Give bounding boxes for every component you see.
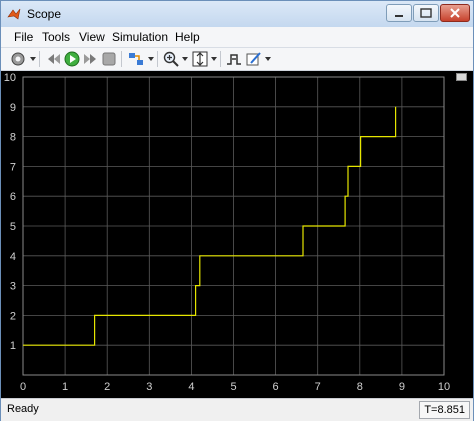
gear-icon[interactable] [9, 50, 27, 68]
x-tick-label: 2 [104, 381, 110, 393]
separator [220, 51, 221, 67]
title-bar: Scope [1, 1, 473, 27]
zoom-in-icon[interactable] [162, 50, 180, 68]
x-tick-label: 4 [188, 381, 194, 393]
y-tick-label: 5 [10, 221, 16, 233]
close-icon [450, 8, 460, 18]
undock-icon[interactable] [456, 73, 467, 81]
close-button[interactable] [440, 4, 470, 22]
x-tick-label: 8 [357, 381, 363, 393]
simulation-time: T=8.851 [419, 401, 470, 419]
y-tick-label: 10 [4, 72, 16, 84]
window-title: Scope [27, 7, 62, 21]
stop-icon[interactable] [100, 50, 118, 68]
matlab-icon [7, 8, 21, 20]
y-tick-label: 9 [10, 102, 16, 114]
menu-tools[interactable]: Tools [42, 30, 70, 44]
y-tick-label: 2 [10, 310, 16, 322]
y-tick-label: 8 [10, 132, 16, 144]
menu-view[interactable]: View [79, 30, 105, 44]
chevron-down-icon[interactable] [148, 57, 154, 61]
minimize-button[interactable] [386, 4, 412, 22]
triggers-icon[interactable] [225, 50, 243, 68]
chevron-down-icon[interactable] [30, 57, 36, 61]
highlight-icon[interactable] [127, 50, 145, 68]
separator [39, 51, 40, 67]
style-icon[interactable] [245, 50, 263, 68]
x-tick-label: 7 [315, 381, 321, 393]
y-tick-label: 6 [10, 191, 16, 203]
maximize-button[interactable] [413, 4, 439, 22]
menu-help[interactable]: Help [175, 30, 200, 44]
y-tick-label: 3 [10, 281, 16, 293]
separator [157, 51, 158, 67]
x-tick-label: 0 [20, 381, 26, 393]
minimize-icon [395, 15, 403, 17]
x-tick-label: 3 [146, 381, 152, 393]
scope-plot[interactable]: 0 1 2 3 4 5 6 7 8 9 10 1 2 3 4 5 6 7 8 9 10 [1, 71, 473, 398]
y-tick-label: 4 [10, 251, 16, 263]
x-tick-label: 5 [230, 381, 236, 393]
menu-simulation[interactable]: Simulation [112, 30, 168, 44]
x-tick-label: 1 [62, 381, 68, 393]
separator [121, 51, 122, 67]
chevron-down-icon[interactable] [265, 57, 271, 61]
x-tick-label: 9 [399, 381, 405, 393]
chevron-down-icon[interactable] [211, 57, 217, 61]
run-icon[interactable] [63, 50, 81, 68]
menu-bar: File Tools View Simulation Help [1, 27, 473, 48]
scope-display[interactable]: 0 1 2 3 4 5 6 7 8 9 10 1 2 3 4 5 6 7 8 9 10 [1, 71, 473, 398]
menu-file[interactable]: File [14, 30, 33, 44]
step-forward-icon[interactable] [81, 50, 99, 68]
scope-window: Scope File Tools View Simulation Help 0 … [0, 0, 474, 421]
step-back-icon[interactable] [45, 50, 63, 68]
y-tick-label: 1 [10, 340, 16, 352]
autoscale-icon[interactable] [191, 50, 209, 68]
toolbar [1, 48, 473, 71]
chevron-down-icon[interactable] [182, 57, 188, 61]
status-bar: Ready T=8.851 [1, 398, 473, 421]
y-tick-label: 7 [10, 161, 16, 173]
status-text: Ready [7, 403, 39, 415]
maximize-icon [420, 8, 432, 18]
x-tick-label: 10 [438, 381, 450, 393]
x-tick-label: 6 [273, 381, 279, 393]
